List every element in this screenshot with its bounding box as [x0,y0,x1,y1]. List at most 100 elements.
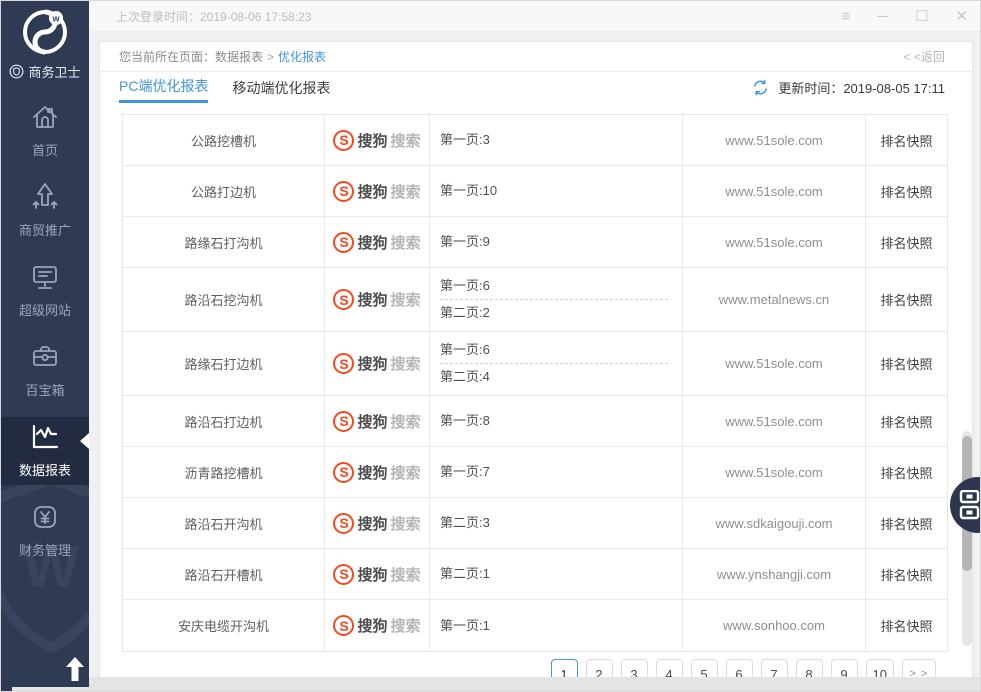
sidebar-item-label: 百宝箱 [25,380,64,399]
engine-name-suffix: 搜索 [391,130,421,151]
sogou-letter: S [339,293,348,307]
keyword-cell: 路缘石打沟机 [123,217,325,267]
sogou-logo-icon: S [333,289,354,310]
sidebar-item-label: 首页 [32,140,58,159]
home-icon [29,101,61,133]
tab-pc-report[interactable]: PC端优化报表 [119,72,208,103]
page-button-10[interactable]: 10 [866,659,894,677]
sidebar-item-promotion[interactable]: 商贸推广 [1,177,89,245]
engine-cell: S搜狗搜索 [325,332,430,395]
collapse-sidebar-button[interactable] [62,653,88,685]
sogou-letter: S [339,516,348,530]
ranking-table: 公路挖槽机S搜狗搜索第一页:3www.51sole.com排名快照公路打边机S搜… [122,114,948,652]
bottom-strip [89,677,980,691]
sogou-logo-icon: S [333,232,354,253]
keyword-cell: 路沿石开沟机 [123,498,325,548]
main-panel: 您当前所在页面：数据报表 > 优化报表 < <返回 PC端优化报表 移动端优化报… [99,41,973,677]
rank-value: 第一页:7 [440,460,682,484]
engine-name: 搜狗 [357,130,387,151]
table-row: 路缘石打边机S搜狗搜索第一页:6第二页:4www.51sole.com排名快照 [123,332,947,396]
site-cell: www.51sole.com [683,166,866,216]
sidebar-item-toolbox[interactable]: 百宝箱 [1,337,89,405]
tab-mobile-report[interactable]: 移动端优化报表 [232,72,330,103]
menu-icon[interactable]: ≡ [842,9,851,24]
back-link[interactable]: < <返回 [904,48,945,65]
table-row: 安庆电缆开沟机S搜狗搜索第一页:1www.sonhoo.com排名快照 [123,600,947,651]
site-cell: www.51sole.com [683,332,866,395]
engine-name-suffix: 搜索 [391,615,421,636]
sogou-logo-icon: S [333,513,354,534]
sogou-letter: S [339,235,348,249]
engine-name-suffix: 搜索 [391,353,421,374]
engine-name: 搜狗 [357,411,387,432]
rank-cell: 第一页:8 [430,396,683,446]
engine-name: 搜狗 [357,289,387,310]
site-cell: www.51sole.com [683,396,866,446]
sogou-letter: S [339,619,348,633]
snapshot-link[interactable]: 排名快照 [866,332,947,395]
rank-value: 第二页:2 [440,301,682,325]
keyword-cell: 路沿石开槽机 [123,549,325,599]
page-button-7[interactable]: 7 [761,659,788,677]
toolbox-icon [29,341,61,373]
brand-shield-icon [9,64,24,79]
snapshot-link[interactable]: 排名快照 [866,549,947,599]
keyword-cell: 安庆电缆开沟机 [123,600,325,651]
refresh-icon[interactable] [752,79,769,96]
snapshot-link[interactable]: 排名快照 [866,498,947,548]
rank-cell: 第二页:3 [430,498,683,548]
close-icon[interactable]: ✕ [955,9,968,24]
table-row: 路沿石开沟机S搜狗搜索第二页:3www.sdkaigouji.com排名快照 [123,498,947,549]
engine-name-suffix: 搜索 [391,411,421,432]
promote-icon [29,181,61,213]
sogou-letter: S [339,133,348,147]
sidebar-item-label: 数据报表 [19,460,71,479]
tabs-row: PC端优化报表 移动端优化报表 更新时间：2019-08-05 17:11 [100,72,972,106]
page-button-4[interactable]: 4 [656,659,683,677]
sogou-letter: S [339,414,348,428]
sogou-logo-icon: S [333,615,354,636]
table-row: 路沿石开槽机S搜狗搜索第二页:1www.ynshangji.com排名快照 [123,549,947,600]
snapshot-link[interactable]: 排名快照 [866,268,947,331]
sidebar-item-finance[interactable]: 财务管理 [1,497,89,565]
rank-cell: 第一页:10 [430,166,683,216]
rank-divider [440,299,668,300]
snapshot-link[interactable]: 排名快照 [866,396,947,446]
page-button-8[interactable]: 8 [796,659,823,677]
sogou-letter: S [339,465,348,479]
rank-cell: 第一页:6第二页:4 [430,332,683,395]
minimize-icon[interactable]: ─ [877,9,888,24]
sidebar-item-home[interactable]: 首页 [1,97,89,165]
snapshot-link[interactable]: 排名快照 [866,447,947,497]
page-button-2[interactable]: 2 [586,659,613,677]
snapshot-link[interactable]: 排名快照 [866,115,947,165]
keyword-cell: 路沿石打边机 [123,396,325,446]
sogou-logo-icon: S [333,181,354,202]
breadcrumb-current-link[interactable]: 优化报表 [278,48,326,65]
app-window: 上次登录时间：2019-08-06 17:58:23 ≡ ─ ☐ ✕ 您当前所在… [0,0,981,692]
rank-cell: 第一页:3 [430,115,683,165]
engine-name: 搜狗 [357,232,387,253]
maximize-icon[interactable]: ☐ [915,9,928,24]
update-group: 更新时间：2019-08-05 17:11 [752,72,972,103]
page-button-1[interactable]: 1 [551,659,578,677]
page-button-3[interactable]: 3 [621,659,648,677]
engine-name-suffix: 搜索 [391,232,421,253]
sidebar-item-reports[interactable]: 数据报表 [1,417,89,485]
rank-divider [440,363,668,364]
next-page-button[interactable]: > > [902,659,936,677]
site-cell: www.51sole.com [683,217,866,267]
snapshot-link[interactable]: 排名快照 [866,217,947,267]
snapshot-link[interactable]: 排名快照 [866,166,947,216]
rank-value: 第一页:6 [440,274,682,298]
finance-icon [29,501,61,533]
sogou-logo-icon: S [333,411,354,432]
breadcrumb-section: 数据报表 [215,48,263,65]
sidebar: W w 商务卫士 首页 [1,1,89,687]
page-button-5[interactable]: 5 [691,659,718,677]
snapshot-link[interactable]: 排名快照 [866,600,947,651]
sidebar-item-website[interactable]: 超级网站 [1,257,89,325]
page-button-6[interactable]: 6 [726,659,753,677]
sidebar-item-label: 财务管理 [19,540,71,559]
page-button-9[interactable]: 9 [831,659,858,677]
